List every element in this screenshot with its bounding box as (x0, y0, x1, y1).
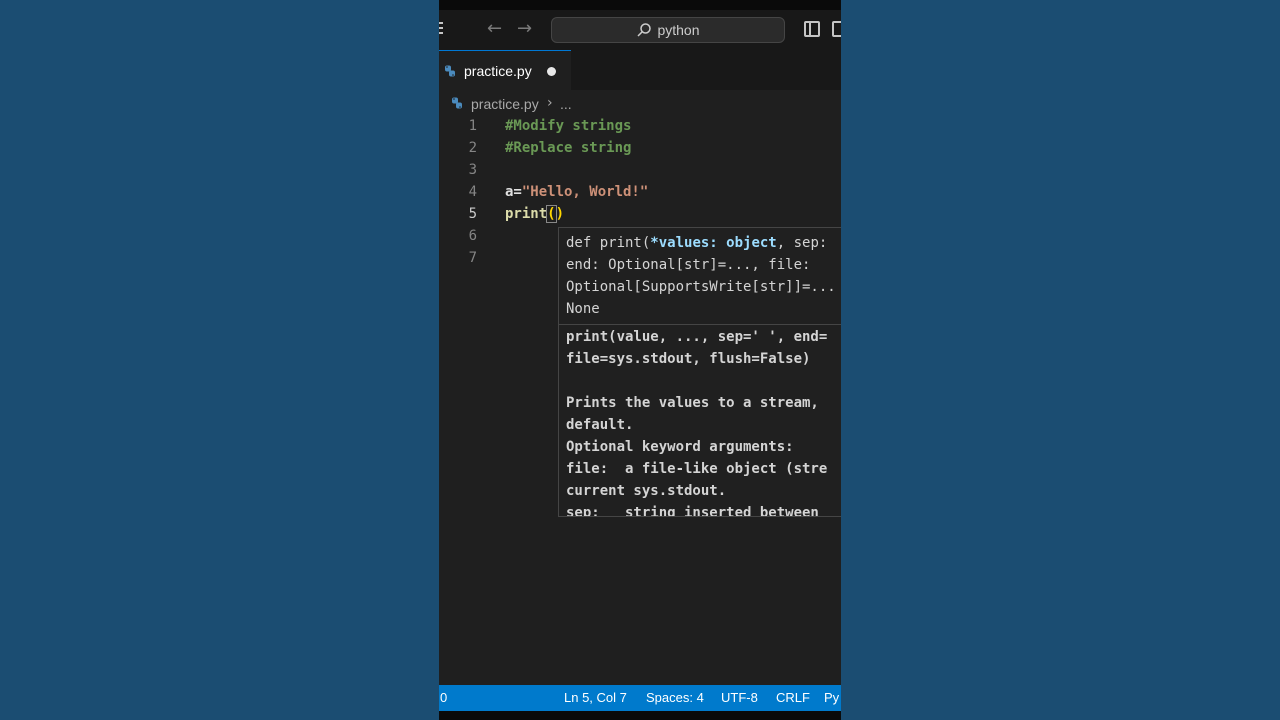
tab-label: practice.py (464, 63, 532, 79)
sig-line: None (566, 301, 600, 317)
doc-line: Optional keyword arguments: (566, 439, 794, 455)
menu-icon[interactable] (439, 22, 445, 36)
language-mode[interactable]: Py (824, 690, 839, 705)
problems-count[interactable]: 0 (440, 690, 447, 705)
sig-line: Optional[SupportsWrite[str]]=... (566, 279, 836, 295)
line-number: 3 (468, 162, 477, 178)
tab-practice-py[interactable]: practice.py (439, 50, 571, 90)
unsaved-dot-icon[interactable] (547, 67, 556, 76)
string-literal: "Hello, World!" (521, 184, 649, 200)
doc-line: print(value, ..., sep=' ', end= (566, 329, 828, 345)
docstring: print(value, ..., sep=' ', end= file=sys… (566, 326, 828, 517)
doc-line: file: a file-like object (stre (566, 461, 828, 477)
line-number: 7 (468, 250, 477, 266)
function-name: print (505, 206, 548, 222)
line-number: 1 (468, 118, 477, 134)
code-line[interactable]: #Replace string (505, 140, 631, 156)
doc-line: current sys.stdout. (566, 483, 727, 499)
search-icon (637, 23, 652, 37)
right-background (841, 0, 1280, 720)
open-paren: ( (546, 205, 557, 223)
arrow-left-icon[interactable]: ← (487, 18, 502, 39)
sig-def: def print( (566, 235, 651, 251)
code-token: a= (505, 184, 522, 200)
cursor-position[interactable]: Ln 5, Col 7 (564, 690, 627, 705)
python-file-icon (445, 65, 455, 77)
line-ending[interactable]: CRLF (776, 690, 810, 705)
divider (559, 324, 841, 325)
chevron-right-icon: › (547, 95, 553, 111)
code-line[interactable]: a="Hello, World!" (505, 184, 648, 200)
tab-bar: practice.py (439, 50, 841, 90)
breadcrumb-more[interactable]: ... (560, 96, 572, 112)
toggle-sidebar-icon[interactable] (804, 21, 820, 37)
code-line[interactable]: #Modify strings (505, 118, 631, 134)
line-number: 2 (468, 140, 477, 156)
toggle-panel-icon[interactable] (832, 21, 841, 37)
line-number: 4 (468, 184, 477, 200)
title-bar: ← → python (439, 10, 841, 50)
encoding[interactable]: UTF-8 (721, 690, 758, 705)
doc-line: default. (566, 417, 634, 433)
signature: def print(*values: object, sep: end: Opt… (566, 232, 836, 320)
doc-line: sep: string inserted between (566, 505, 819, 517)
code-line-active[interactable]: print() (505, 205, 565, 223)
vscode-window: ← → python practice.py practice.py › ...… (439, 0, 841, 720)
command-center-search[interactable]: python (551, 17, 785, 43)
active-parameter: *values: object (650, 235, 777, 251)
top-letterbox (439, 0, 841, 10)
doc-line: Prints the values to a stream, (566, 395, 819, 411)
python-file-icon (452, 97, 462, 109)
line-number: 6 (468, 228, 477, 244)
status-bar: 0 Ln 5, Col 7 Spaces: 4 UTF-8 CRLF Py (439, 685, 841, 711)
signature-help-popup[interactable]: def print(*values: object, sep: end: Opt… (558, 227, 841, 517)
sig-rest: , sep: (776, 235, 828, 251)
left-background (0, 0, 439, 720)
breadcrumb-file[interactable]: practice.py (471, 96, 539, 112)
line-number-active: 5 (468, 206, 477, 222)
breadcrumb: practice.py › ... (439, 92, 841, 116)
search-label: python (657, 22, 700, 38)
bottom-letterbox (439, 711, 841, 720)
sig-line: end: Optional[str]=..., file: (566, 257, 811, 273)
doc-line: file=sys.stdout, flush=False) (566, 351, 811, 367)
close-paren: ) (555, 206, 565, 222)
indentation[interactable]: Spaces: 4 (646, 690, 704, 705)
arrow-right-icon[interactable]: → (517, 18, 532, 39)
